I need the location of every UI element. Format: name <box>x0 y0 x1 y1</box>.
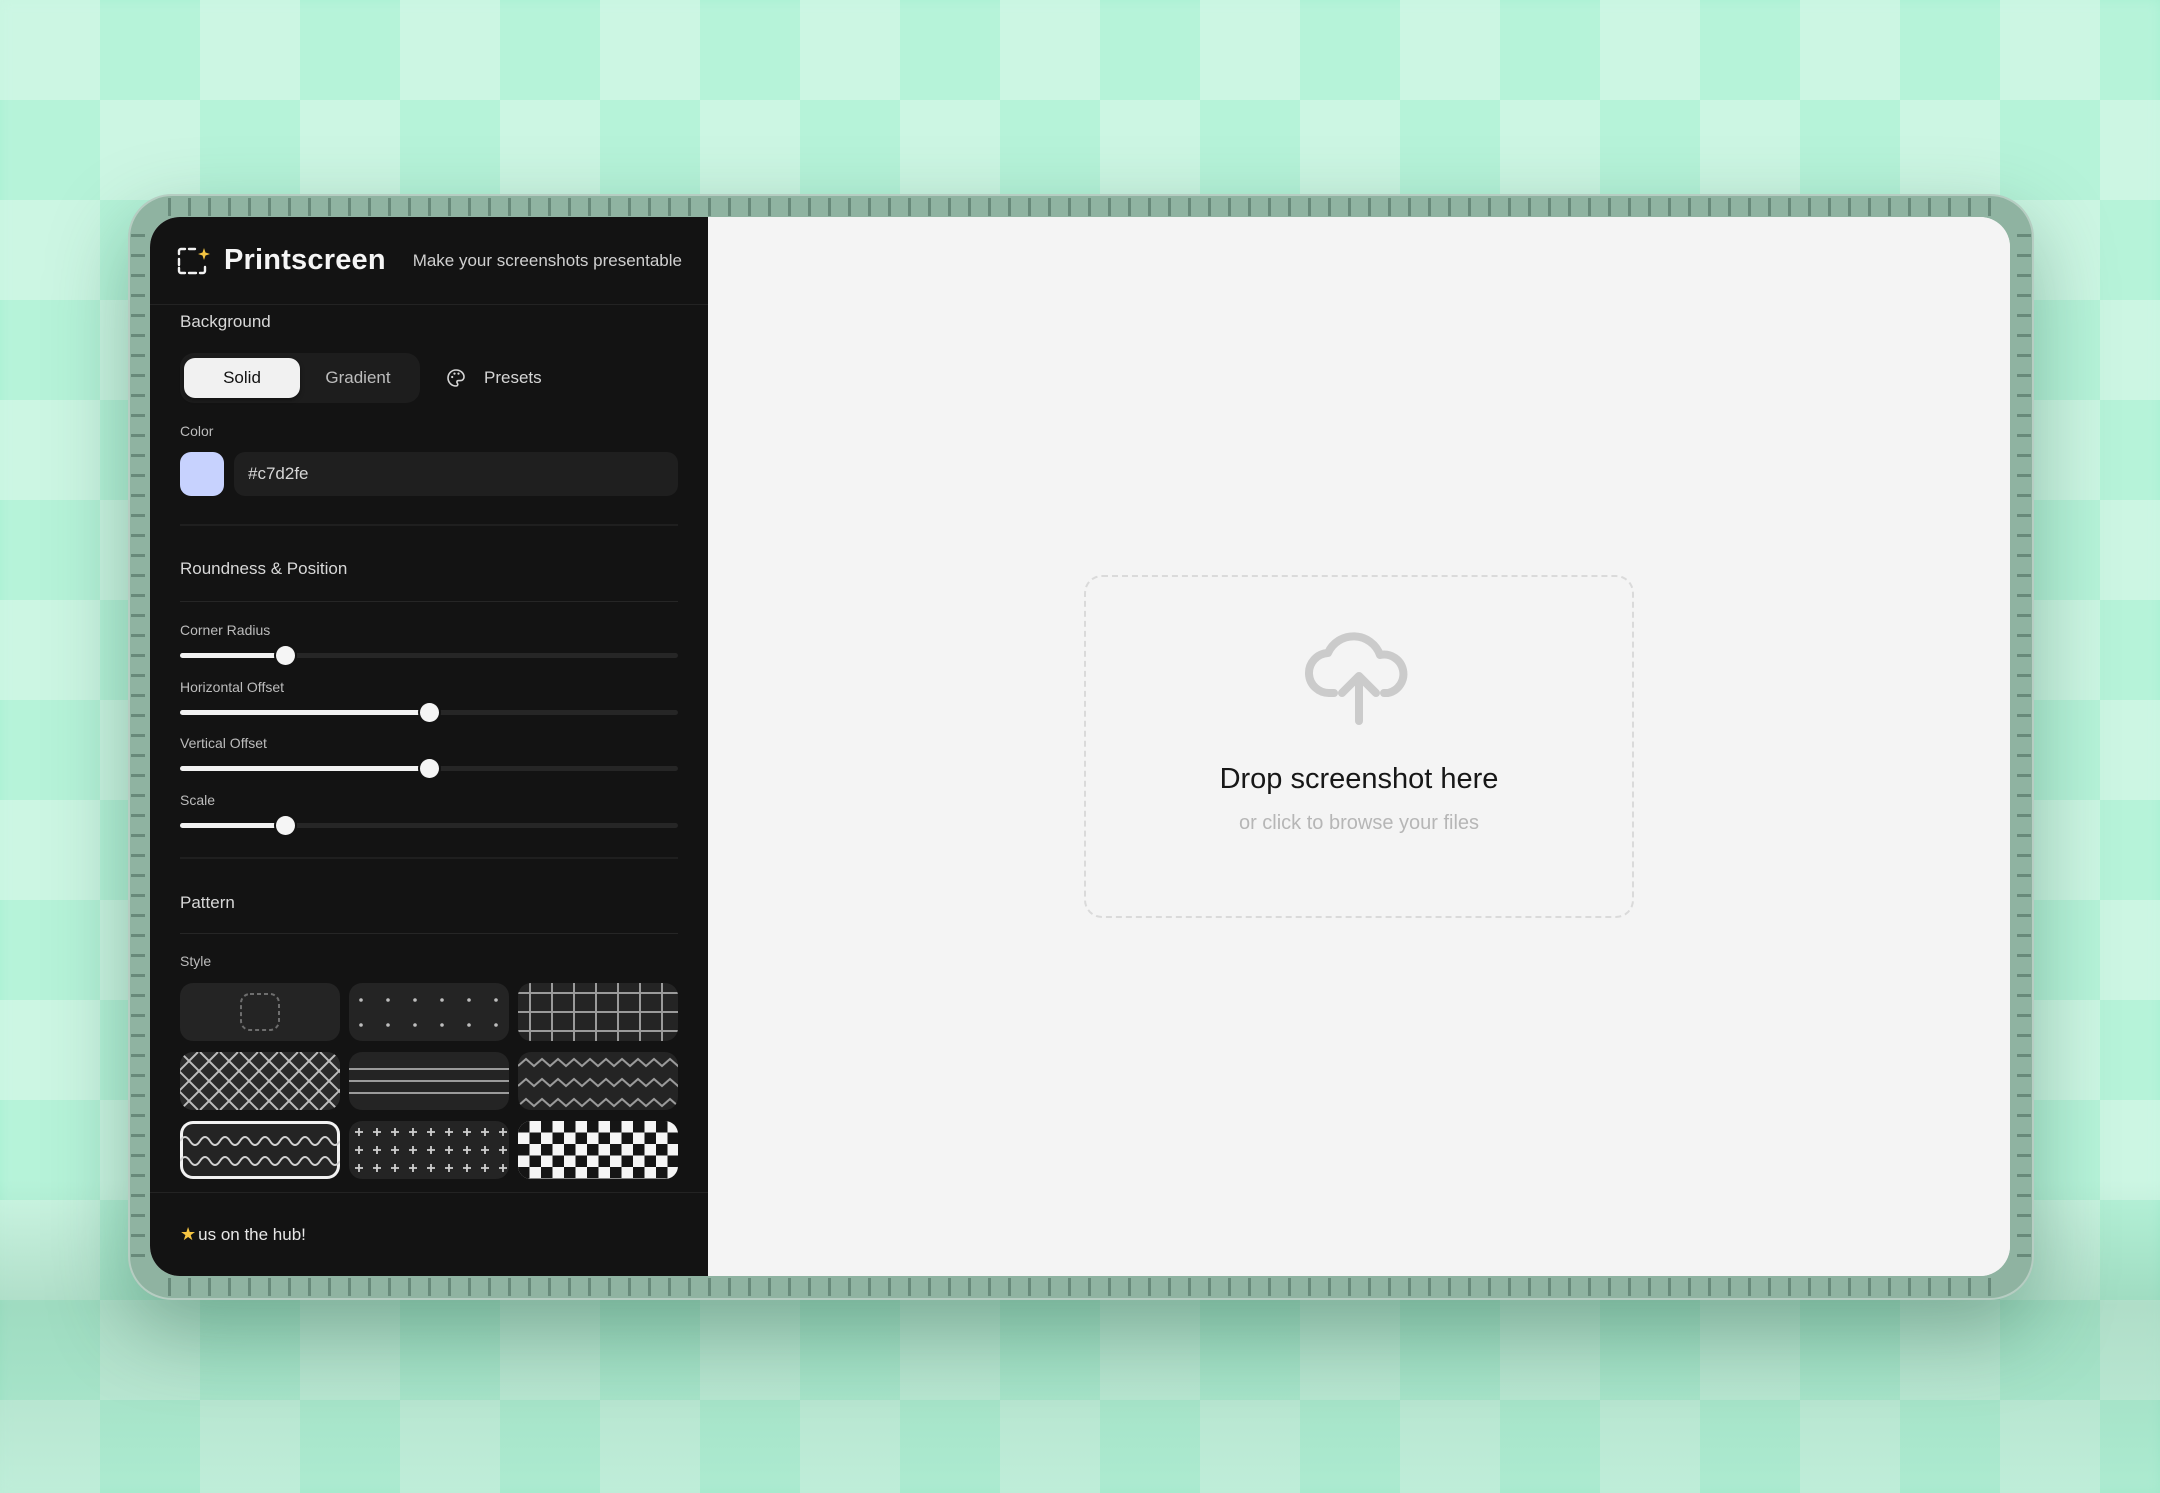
slider-fill <box>180 823 285 828</box>
horizontal-offset-label: Horizontal Offset <box>180 679 285 695</box>
mode-solid-button[interactable]: Solid <box>184 358 300 398</box>
pattern-lines-tile[interactable] <box>349 1052 509 1110</box>
star-icon: ★ <box>180 1224 197 1244</box>
vertical-offset-label: Vertical Offset <box>180 735 267 751</box>
footer-text: us on the hub! <box>198 1224 306 1244</box>
pattern-grid-tile[interactable] <box>518 983 678 1041</box>
vertical-offset-slider[interactable] <box>180 759 678 778</box>
slider-thumb[interactable] <box>275 646 295 665</box>
presets-label: Presets <box>484 368 542 387</box>
app-name: Printscreen <box>224 244 386 276</box>
slider-thumb[interactable] <box>275 816 295 835</box>
section-divider <box>180 601 678 602</box>
frame-ticks-bottom <box>168 1278 1994 1296</box>
pattern-waves-tile[interactable] <box>180 1121 340 1179</box>
roundness-section-title: Roundness & Position <box>180 559 348 578</box>
slider-fill <box>180 710 429 715</box>
sidebar: Printscreen Make your screenshots presen… <box>150 217 708 1276</box>
slider-fill <box>180 653 285 658</box>
slider-thumb[interactable] <box>420 703 439 722</box>
dropzone-subtitle: or click to browse your files <box>1238 812 1480 834</box>
cloud-upload-icon <box>1304 632 1408 725</box>
color-label: Color <box>180 423 214 439</box>
github-star-link[interactable]: ★ us on the hub! <box>150 1192 708 1276</box>
slider-fill <box>180 766 429 771</box>
preview-area: Drop screenshot here or click to browse … <box>708 217 2010 1276</box>
pattern-zigzag-tile[interactable] <box>518 1052 678 1110</box>
corner-radius-label: Corner Radius <box>180 622 271 638</box>
corner-radius-slider[interactable] <box>180 646 678 665</box>
pattern-crosshatch-tile[interactable] <box>180 1052 340 1110</box>
mode-gradient-button[interactable]: Gradient <box>300 358 416 398</box>
pattern-checkerboard-tile[interactable] <box>518 1121 678 1179</box>
app-window: Printscreen Make your screenshots presen… <box>150 217 2010 1276</box>
pattern-dots-tile[interactable] <box>349 983 509 1041</box>
palette-icon <box>447 369 465 387</box>
scale-label: Scale <box>180 792 216 808</box>
screenshot-dropzone[interactable]: Drop screenshot here or click to browse … <box>1084 575 1634 918</box>
style-label: Style <box>180 953 212 969</box>
pattern-style-grid <box>180 983 678 1179</box>
pattern-section-title: Pattern <box>180 893 235 912</box>
section-divider <box>180 933 678 934</box>
presets-button[interactable]: Presets <box>446 361 542 395</box>
horizontal-offset-slider[interactable] <box>180 703 678 722</box>
background-mode-toggle: Solid Gradient <box>180 353 420 403</box>
pattern-none-tile[interactable] <box>180 983 340 1041</box>
slider-thumb[interactable] <box>420 759 439 778</box>
section-divider <box>180 524 678 526</box>
color-swatch[interactable] <box>180 452 224 496</box>
frame-ticks-right <box>2017 234 2031 1260</box>
brand-header: Printscreen Make your screenshots presen… <box>150 217 708 305</box>
pattern-plus-tile[interactable] <box>349 1121 509 1179</box>
frame-ticks-top <box>168 198 1994 216</box>
scale-slider[interactable] <box>180 816 678 835</box>
color-hex-input[interactable] <box>234 452 678 496</box>
app-tagline: Make your screenshots presentable <box>412 250 682 270</box>
background-section-title: Background <box>180 312 271 331</box>
frame-ticks-left <box>131 234 145 1260</box>
screenshot-sparkle-icon <box>177 247 210 274</box>
dropzone-title: Drop screenshot here <box>1219 763 1499 795</box>
section-divider <box>180 857 678 859</box>
